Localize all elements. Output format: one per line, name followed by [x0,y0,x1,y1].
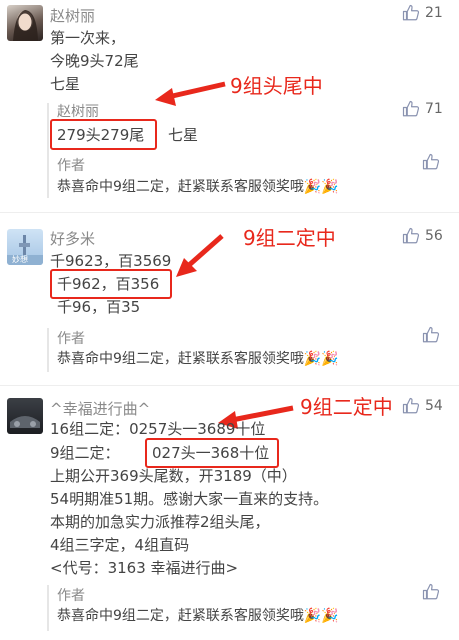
highlight-box [145,438,279,468]
comment-text-line: 9组二定： [50,444,120,462]
like-button[interactable] [422,583,440,601]
comment-username[interactable]: 赵树丽 [50,5,95,26]
comment-text-line: 上期公开369头尾数，开3189（中） [50,467,297,485]
annotation-label: 9组二定中 [300,395,393,419]
comment-text-line: 16组二定：0257头一3689十位 [50,420,266,438]
like-count: 71 [425,101,443,117]
reply-divider [47,103,49,198]
like-button[interactable]: 54 [402,397,443,415]
divider [0,212,459,213]
author-reply-text: 恭喜命中9组二定，赶紧联系客服领奖哦🎉🎉 [57,351,339,367]
comment-text-line: 今晚9头72尾 [50,52,139,70]
like-count: 54 [425,398,443,414]
avatar[interactable] [7,398,43,434]
like-count: 56 [425,228,443,244]
thumbs-up-icon [402,397,420,414]
comment-username[interactable]: 好多米 [50,228,95,249]
svg-text:妙想: 妙想 [12,254,28,264]
thumbs-up-icon [402,100,420,117]
reply-divider [47,328,49,372]
like-button[interactable]: 21 [402,4,443,22]
avatar[interactable] [7,5,43,41]
author-label: 作者 [57,158,85,174]
comment-text-line: 七星 [50,75,81,93]
comment-text-line: 第一次来， [50,29,126,47]
reply-divider [47,585,49,631]
like-button[interactable]: 71 [402,100,443,118]
thumbs-up-icon [422,583,440,600]
thumbs-up-icon [402,227,420,244]
comment-text-line: 4组三字定，4组直码 [50,536,190,554]
highlight-box [50,269,172,299]
comment-text-line: 54明期准51期。感谢大家一直来的支持。 [50,490,329,508]
author-label: 作者 [57,588,85,604]
comment-text-line: <代号：3163 幸福进行曲> [50,559,239,577]
comment-text-line: 本期的加急实力派推荐2组头尾， [50,513,270,531]
thumbs-up-icon [402,4,420,21]
reply-text: 七星 [168,126,199,144]
like-button[interactable]: 56 [402,227,443,245]
author-label: 作者 [57,331,85,347]
like-count: 21 [425,5,443,21]
annotation-label: 9组二定中 [243,226,336,250]
like-button[interactable] [422,326,440,344]
author-reply-text: 恭喜命中9组二定，赶紧联系客服领奖哦🎉🎉 [57,179,339,195]
author-reply-text: 恭喜命中9组二定，赶紧联系客服领奖哦🎉🎉 [57,608,339,624]
highlight-box [50,119,157,150]
thumbs-up-icon [422,326,440,343]
annotation-label: 9组头尾中 [230,74,323,98]
avatar[interactable]: 妙想 [7,229,43,265]
thumbs-up-icon [422,153,440,170]
reply-username[interactable]: 赵树丽 [57,101,99,121]
like-button[interactable] [422,153,440,171]
comment-text-line: 千96，百35 [57,298,141,316]
divider [0,385,459,386]
comment-username[interactable]: ^幸福进行曲^ [50,398,150,419]
comment-text-line: 千9623，百3569 [50,252,172,270]
